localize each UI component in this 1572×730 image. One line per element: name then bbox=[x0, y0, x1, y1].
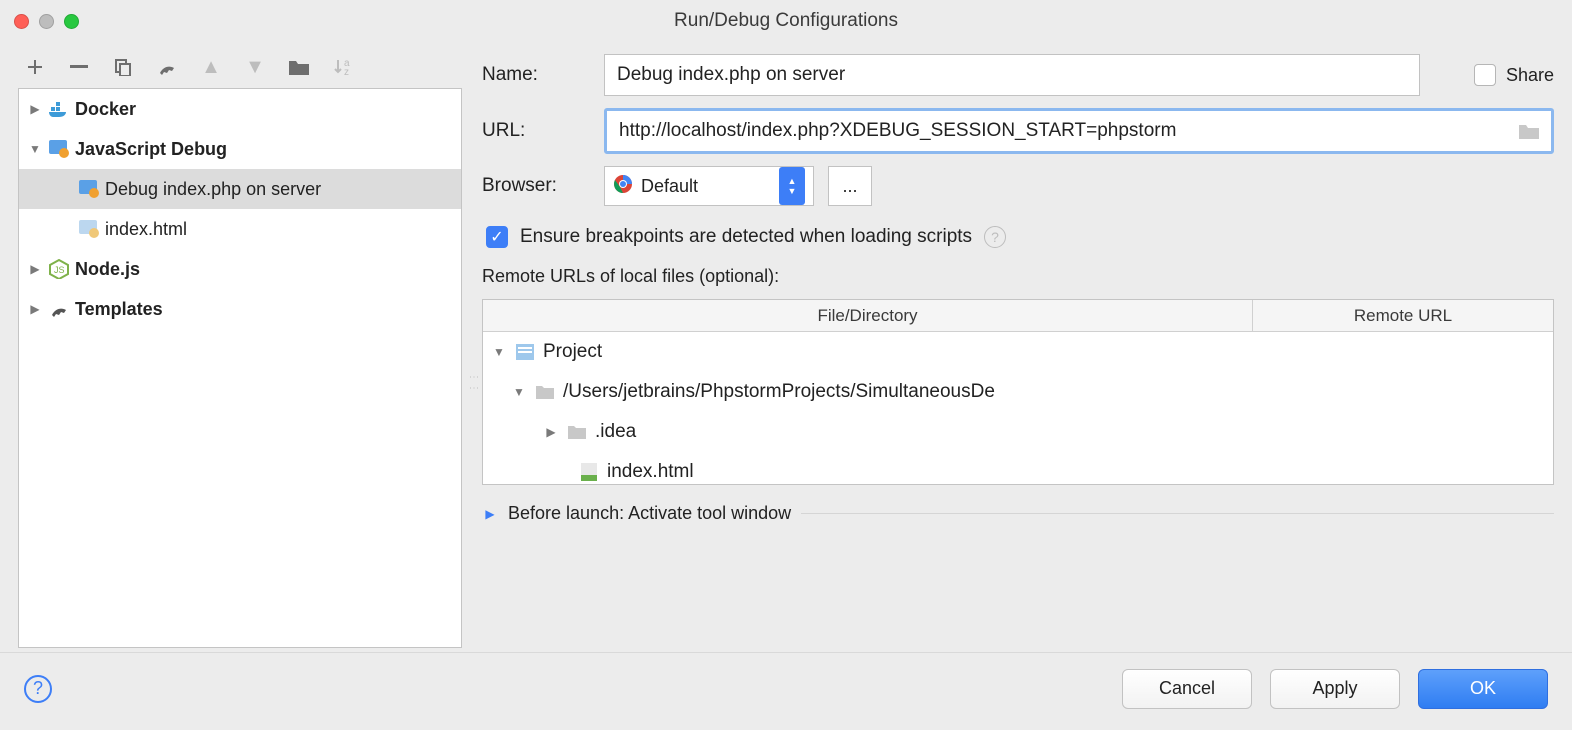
chevron-right-icon: ▶ bbox=[543, 424, 559, 440]
breakpoints-checkbox[interactable]: ✓ bbox=[486, 226, 508, 248]
add-config-button[interactable] bbox=[24, 56, 46, 78]
svg-text:+: + bbox=[304, 67, 309, 75]
splitter-grip[interactable]: ⋮⋮ bbox=[468, 372, 479, 394]
help-button[interactable]: ? bbox=[24, 675, 52, 703]
browser-value: Default bbox=[641, 176, 698, 197]
chevron-down-icon: ▼ bbox=[511, 384, 527, 400]
chevron-right-icon: ▶ bbox=[27, 261, 43, 277]
svg-text:JS: JS bbox=[54, 265, 65, 275]
url-label: URL: bbox=[482, 120, 590, 142]
jsdebug-item-icon bbox=[79, 179, 99, 199]
sort-button[interactable]: az bbox=[332, 56, 354, 78]
tree-node-jsdebug[interactable]: ▼ JavaScript Debug bbox=[19, 129, 461, 169]
tree-item-debug-index[interactable]: Debug index.php on server bbox=[19, 169, 461, 209]
browser-options-button[interactable]: ... bbox=[828, 166, 872, 206]
tree-row-path[interactable]: ▼ /Users/jetbrains/PhpstormProjects/Simu… bbox=[483, 372, 1553, 412]
svg-text:z: z bbox=[344, 67, 349, 77]
config-toolbar: ▲ ▼ + az bbox=[18, 52, 462, 88]
apply-button[interactable]: Apply bbox=[1270, 669, 1400, 709]
jsdebug-item-icon bbox=[79, 219, 99, 239]
col-file-directory[interactable]: File/Directory bbox=[483, 300, 1253, 331]
html-file-icon bbox=[579, 462, 599, 482]
before-launch-label[interactable]: Before launch: Activate tool window bbox=[508, 503, 791, 524]
share-checkbox[interactable] bbox=[1474, 64, 1496, 86]
window-title: Run/Debug Configurations bbox=[0, 10, 1572, 32]
url-input[interactable] bbox=[607, 111, 1507, 151]
chevron-right-icon[interactable]: ▶ bbox=[482, 506, 498, 522]
row-label: /Users/jetbrains/PhpstormProjects/Simult… bbox=[563, 381, 995, 403]
config-tree: ▶ Docker ▼ JavaScript Debug Debug index.… bbox=[18, 88, 462, 648]
tree-label: Node.js bbox=[75, 259, 140, 280]
folder-icon bbox=[535, 382, 555, 402]
folder-button[interactable]: + bbox=[288, 56, 310, 78]
tree-node-templates[interactable]: ▶ Templates bbox=[19, 289, 461, 329]
row-label: .idea bbox=[595, 421, 636, 443]
select-arrows-icon: ▲▼ bbox=[779, 167, 805, 205]
chevron-right-icon: ▶ bbox=[27, 301, 43, 317]
cancel-button[interactable]: Cancel bbox=[1122, 669, 1252, 709]
col-remote-url[interactable]: Remote URL bbox=[1253, 300, 1553, 331]
ok-button[interactable]: OK bbox=[1418, 669, 1548, 709]
name-input[interactable] bbox=[604, 54, 1420, 96]
nodejs-icon: JS bbox=[49, 259, 69, 279]
browse-url-button[interactable] bbox=[1507, 111, 1551, 151]
tree-row-project[interactable]: ▼ Project bbox=[483, 332, 1553, 372]
tree-label: Debug index.php on server bbox=[105, 179, 321, 200]
share-label: Share bbox=[1506, 65, 1554, 86]
chevron-down-icon: ▼ bbox=[491, 344, 507, 360]
tree-label: index.html bbox=[105, 219, 187, 240]
breakpoints-label: Ensure breakpoints are detected when loa… bbox=[520, 226, 972, 248]
wrench-icon bbox=[49, 299, 69, 319]
tree-node-nodejs[interactable]: ▶ JS Node.js bbox=[19, 249, 461, 289]
edit-defaults-button[interactable] bbox=[156, 56, 178, 78]
chevron-down-icon: ▼ bbox=[27, 141, 43, 157]
move-down-button[interactable]: ▼ bbox=[244, 56, 266, 78]
move-up-button[interactable]: ▲ bbox=[200, 56, 222, 78]
chevron-right-icon: ▶ bbox=[27, 101, 43, 117]
tree-item-index-html[interactable]: index.html bbox=[19, 209, 461, 249]
row-label: Project bbox=[543, 341, 602, 363]
folder-icon bbox=[567, 422, 587, 442]
tree-row-indexhtml[interactable]: index.html bbox=[483, 452, 1553, 484]
project-icon bbox=[515, 342, 535, 362]
browser-select[interactable]: Default ▲▼ bbox=[604, 166, 814, 206]
remote-urls-label: Remote URLs of local files (optional): bbox=[482, 266, 1554, 287]
docker-icon bbox=[49, 99, 69, 119]
tree-row-idea[interactable]: ▶ .idea bbox=[483, 412, 1553, 452]
tree-node-docker[interactable]: ▶ Docker bbox=[19, 89, 461, 129]
jsdebug-icon bbox=[49, 139, 69, 159]
chrome-icon bbox=[613, 174, 633, 199]
row-label: index.html bbox=[607, 461, 694, 483]
help-icon[interactable]: ? bbox=[984, 226, 1006, 248]
copy-config-button[interactable] bbox=[112, 56, 134, 78]
tree-label: Docker bbox=[75, 99, 136, 120]
remote-urls-table: File/Directory Remote URL ▼ Project ▼ /U… bbox=[482, 299, 1554, 485]
remove-config-button[interactable] bbox=[68, 56, 90, 78]
browser-label: Browser: bbox=[482, 175, 590, 197]
tree-label: Templates bbox=[75, 299, 163, 320]
divider bbox=[801, 513, 1554, 514]
name-label: Name: bbox=[482, 64, 590, 86]
tree-label: JavaScript Debug bbox=[75, 139, 227, 160]
